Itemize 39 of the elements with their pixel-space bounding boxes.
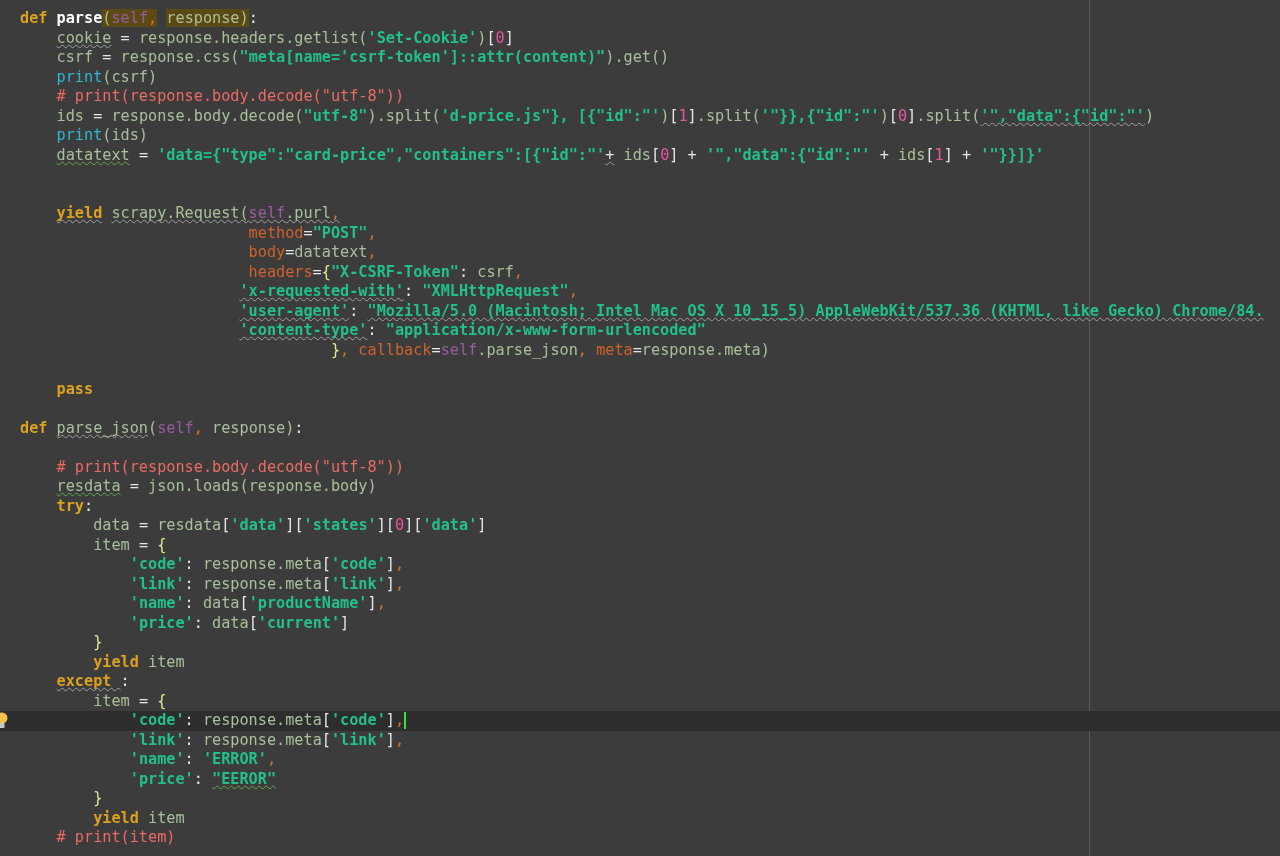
code-line: item = { — [92, 691, 168, 711]
text-caret — [404, 712, 407, 729]
code-line: csrf = response.css("meta[name='csrf-token']::attr(content)").get() — [55, 48, 671, 68]
code-line: 'price': "EEROR" — [128, 769, 278, 789]
code-line: yield item — [92, 808, 186, 828]
code-line: 'content-type': "application/x-www-form-urlencoded" — [238, 321, 707, 341]
code-line: resdata = json.loads(response.body) — [55, 477, 378, 497]
code-line: 'x-requested-with': "XMLHttpRequest", — [238, 282, 579, 302]
code-line: pass — [55, 379, 95, 399]
code-line: 'user-agent': "Mozilla/5.0 (Macintosh; Intel Mac OS X 10_15_5) AppleWebKit/537.36 (KHTML, like Gecko) Chrome/84. — [238, 301, 1265, 321]
code-line: data = resdata['data']['states'][0]['data'] — [92, 516, 488, 536]
code-line: # print(response.body.decode("utf-8")) — [55, 87, 406, 107]
code-line: } — [92, 633, 104, 653]
code-line: 'link': response.meta['link'], — [128, 730, 406, 750]
code-line: try: — [55, 496, 95, 516]
code-line: item = { — [92, 535, 168, 555]
code-editor[interactable] — [0, 0, 1280, 856]
code-line: except : — [55, 672, 131, 692]
code-line: datatext = 'data={"type":"card-price","containers":[{"id":"'+ ids[0] + '","data":{"id":"' + ids[1] + '"}}]}' — [55, 145, 1046, 165]
code-line: 'code': response.meta['code'], — [128, 555, 406, 575]
code-line: method="POST", — [247, 223, 378, 243]
code-line: 'name': data['productName'], — [128, 594, 387, 614]
code-line: }, callback=self.parse_json, meta=response.meta) — [329, 340, 771, 360]
code-line: print(ids) — [55, 126, 149, 146]
code-line: def parse_json(self, response): — [19, 418, 305, 438]
code-line: # print(item) — [55, 828, 177, 848]
code-line: 'link': response.meta['link'], — [128, 574, 406, 594]
code-line: yield scrapy.Request(self.purl, — [55, 204, 342, 224]
code-line: body=datatext, — [247, 243, 378, 263]
code-line: def parse(self, response): — [19, 9, 259, 29]
code-line: 'price': data['current'] — [128, 613, 351, 633]
code-line: headers={"X-CSRF-Token": csrf, — [247, 262, 524, 282]
code-line: # print(response.body.decode("utf-8")) — [55, 457, 406, 477]
code-line: cookie = response.headers.getlist('Set-Cookie')[0] — [55, 28, 515, 48]
code-line: } — [92, 789, 104, 809]
code-line: 'name': 'ERROR', — [128, 750, 278, 770]
code-line: ids = response.body.decode("utf-8").split('d-price.js"}, [{"id":"')[1].split('"}},{"id":"')[0].split('","data":{"id":"') — [55, 106, 1156, 126]
code-line: print(csrf) — [55, 67, 159, 87]
code-line: yield item — [92, 652, 186, 672]
